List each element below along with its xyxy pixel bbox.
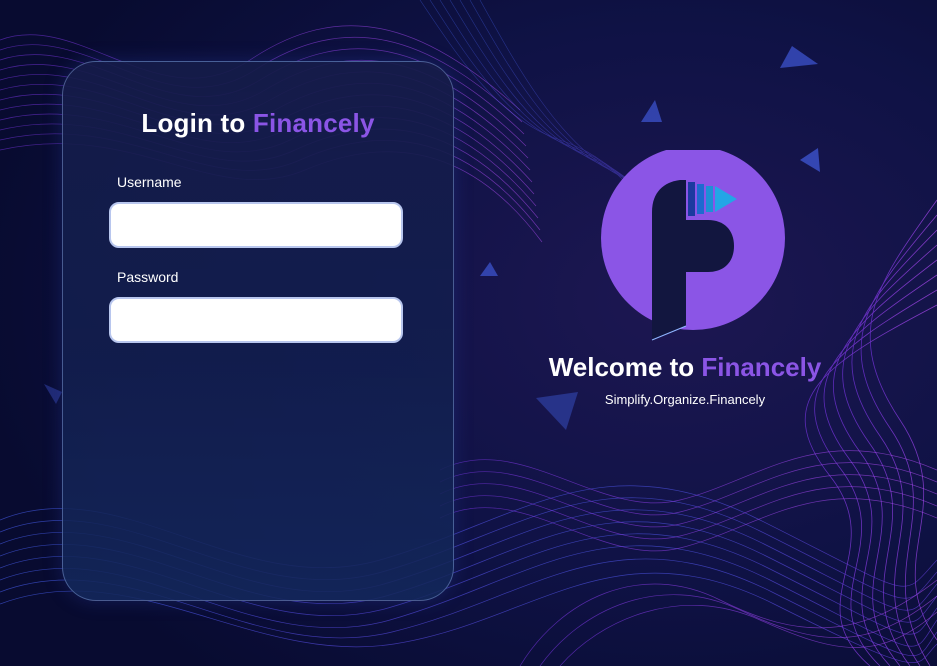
- welcome-title-prefix: Welcome to: [548, 352, 702, 382]
- password-input[interactable]: [109, 297, 403, 343]
- tagline: Simplify.Organize.Financely: [604, 392, 766, 407]
- login-title-prefix: Login to: [141, 108, 253, 138]
- welcome-title-brand: Financely: [701, 352, 822, 382]
- username-input[interactable]: [109, 202, 403, 248]
- login-title-brand: Financely: [252, 108, 375, 138]
- username-label: Username: [117, 174, 182, 190]
- welcome-title: Welcome to Financely: [520, 352, 850, 383]
- login-card: Login to Financely Username Password: [62, 61, 454, 601]
- login-title: Login to Financely: [63, 108, 453, 139]
- financely-f-logo-icon: [601, 150, 785, 341]
- password-label: Password: [117, 269, 179, 285]
